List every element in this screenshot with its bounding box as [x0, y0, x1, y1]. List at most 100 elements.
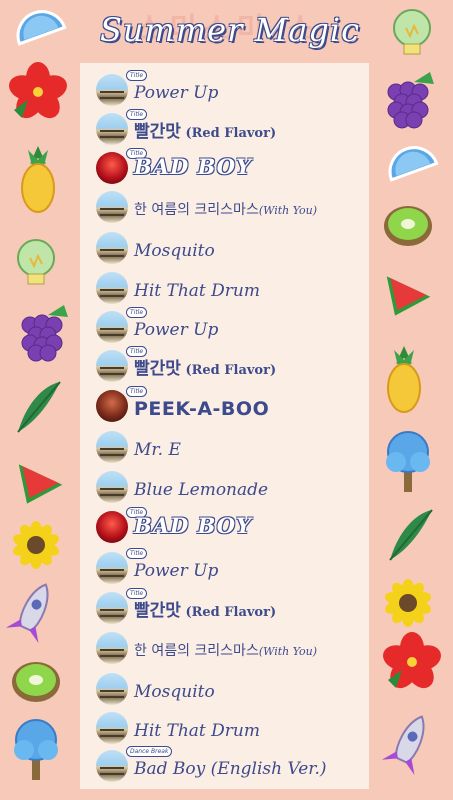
palm-leaf-icon [17, 381, 61, 433]
album-cover-icon [96, 152, 128, 184]
setlist-item: Title 빨간맛 (Red Flavor) [96, 109, 361, 145]
song-title-main: Hit That Drum [134, 281, 260, 301]
song-title-main: BAD BOY [134, 513, 252, 538]
sunflower-icon [12, 521, 60, 569]
album-cover-icon [96, 471, 128, 503]
song-title-main: Bad Boy (English Ver.) [134, 759, 327, 779]
song-title: BAD BOY [134, 515, 252, 537]
track-badge: Title [126, 109, 148, 120]
song-title-main: Blue Lemonade [134, 480, 269, 500]
setlist-item: Hit That Drum [96, 708, 361, 744]
song-title-main: 한 여름의 크리스마스 [134, 643, 259, 659]
track-badge: Title [126, 346, 148, 357]
song-title-main: Power Up [134, 561, 219, 581]
pineapple-icon [21, 146, 55, 213]
orange-slice-icon [388, 146, 439, 182]
kiwi-icon [12, 662, 60, 702]
song-title-main: 한 여름의 크리스마스 [134, 202, 259, 218]
song-title-sub: (Red Flavor) [180, 363, 277, 378]
song-title: Mosquito [134, 240, 215, 262]
watermelon-icon [18, 464, 63, 504]
setlist-item: 한 여름의 크리스마스(With You) [96, 628, 361, 664]
song-title: Hit That Drum [134, 720, 260, 742]
song-title: Power Up [134, 560, 218, 582]
lightbulb-icon [393, 9, 431, 55]
watermelon-icon [386, 276, 431, 316]
pineapple-icon [387, 346, 421, 413]
setlist-item: Title Power Up [96, 307, 361, 343]
song-title: Power Up [134, 82, 218, 104]
track-badge: Title [126, 307, 148, 318]
song-title: BAD BOY [134, 156, 252, 178]
setlist-item: Blue Lemonade [96, 467, 361, 503]
blue-tree-icon [14, 719, 58, 780]
song-title-main: Mosquito [134, 682, 215, 702]
rocket-icon [5, 583, 49, 643]
grapes-icon [387, 72, 434, 129]
kiwi-icon [384, 206, 432, 246]
setlist-item: Title PEEK-A-BOO [96, 386, 361, 422]
album-cover-icon [96, 350, 128, 382]
page-title: Summer Magic [99, 11, 361, 49]
setlist-item: Title 빨간맛 (Red Flavor) [96, 346, 361, 382]
song-title-main: Power Up [134, 320, 219, 340]
album-cover-icon [96, 311, 128, 343]
hibiscus-icon [383, 632, 441, 689]
orange-slice-icon [16, 10, 67, 46]
song-title-sub: (With You) [258, 204, 318, 217]
album-cover-icon [96, 113, 128, 145]
song-title-main: Mosquito [134, 241, 215, 261]
song-title-main: PEEK-A-BOO [134, 398, 270, 420]
song-title: PEEK-A-BOO [134, 398, 269, 420]
album-cover-icon [96, 390, 128, 422]
setlist-item: Title Power Up [96, 70, 361, 106]
grapes-icon [21, 305, 68, 362]
song-title: Hit That Drum [134, 280, 260, 302]
setlist-item: 한 여름의 크리스마스(With You) [96, 187, 361, 223]
song-title-main: 빨간맛 [134, 601, 181, 621]
album-cover-icon [96, 632, 128, 664]
album-cover-icon [96, 673, 128, 705]
album-cover-icon [96, 592, 128, 624]
album-cover-icon [96, 232, 128, 264]
song-title-sub: (Red Flavor) [180, 605, 277, 620]
song-title-sub: (Red Flavor) [180, 126, 277, 141]
song-title: Power Up [134, 319, 218, 341]
song-title-main: 빨간맛 [134, 359, 181, 379]
song-title: 한 여름의 크리스마스(With You) [134, 640, 317, 663]
hibiscus-icon [9, 62, 67, 119]
song-title-main: Hit That Drum [134, 721, 260, 741]
setlist-item: Hit That Drum [96, 268, 361, 304]
setlist-item: Mosquito [96, 669, 361, 705]
album-cover-icon [96, 750, 128, 782]
song-title: 빨간맛 (Red Flavor) [134, 600, 276, 624]
setlist-item: Title BAD BOY [96, 148, 361, 184]
song-title: Bad Boy (English Ver.) [134, 758, 327, 780]
album-cover-icon [96, 74, 128, 106]
song-title-main: BAD BOY [134, 154, 252, 179]
setlist-item: Mosquito [96, 228, 361, 264]
album-cover-icon [96, 712, 128, 744]
track-badge: Title [126, 548, 148, 559]
song-title-main: Power Up [134, 83, 219, 103]
song-title: Mosquito [134, 681, 215, 703]
track-badge: Title [126, 386, 148, 397]
setlist-item: Title BAD BOY [96, 507, 361, 543]
track-badge: Title [126, 70, 148, 81]
palm-leaf-icon [389, 509, 433, 561]
setlist-item: Dance Break Bad Boy (English Ver.) [96, 746, 361, 782]
album-cover-icon [96, 552, 128, 584]
song-title: Blue Lemonade [134, 479, 268, 501]
sunflower-icon [384, 579, 432, 627]
album-cover-icon [96, 272, 128, 304]
song-title-main: Mr. E [134, 440, 181, 460]
song-title: 빨간맛 (Red Flavor) [134, 358, 276, 382]
song-title: 빨간맛 (Red Flavor) [134, 121, 276, 145]
album-cover-icon [96, 431, 128, 463]
rocket-icon [381, 715, 425, 775]
setlist-item: Title 빨간맛 (Red Flavor) [96, 588, 361, 624]
song-title-sub: (With You) [258, 645, 318, 658]
song-title: Mr. E [134, 439, 181, 461]
lightbulb-icon [17, 239, 55, 285]
album-cover-icon [96, 511, 128, 543]
